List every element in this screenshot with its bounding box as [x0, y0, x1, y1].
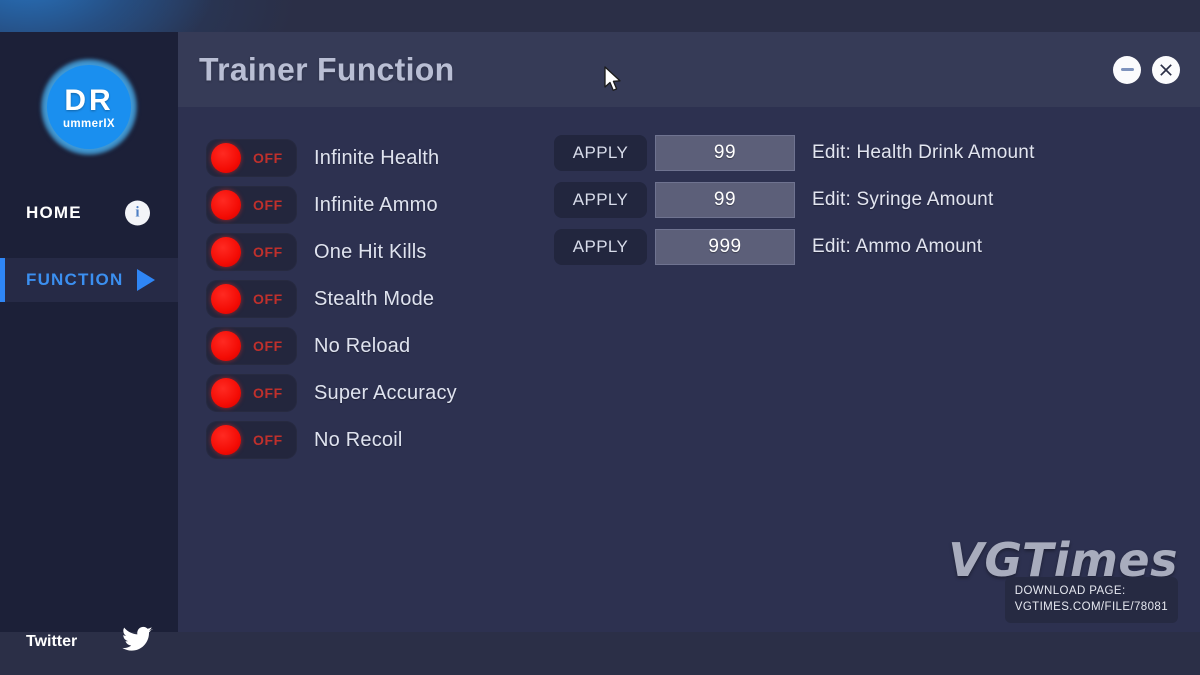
- toggle-switch-no-reload[interactable]: OFF: [206, 327, 297, 365]
- app-logo: DR ummerIX: [41, 59, 137, 155]
- toggle-switch-infinite-ammo[interactable]: OFF: [206, 186, 297, 224]
- toggle-knob: [211, 331, 241, 361]
- toggle-row[interactable]: OFF Stealth Mode: [206, 280, 434, 318]
- close-button[interactable]: [1152, 55, 1180, 84]
- toggle-knob: [211, 378, 241, 408]
- download-page-label: DOWNLOAD PAGE:: [1014, 584, 1126, 597]
- toggle-knob: [211, 284, 241, 314]
- minimize-button[interactable]: [1113, 55, 1141, 84]
- toggle-switch-one-hit-kills[interactable]: OFF: [206, 233, 297, 271]
- sidebar-item-twitter-label: Twitter: [26, 633, 78, 650]
- sidebar-item-home[interactable]: HOME i: [0, 191, 178, 235]
- apply-button-health-drink[interactable]: APPLY: [554, 135, 647, 171]
- toggle-knob: [211, 190, 241, 220]
- logo-secondary-text: ummerIX: [62, 117, 115, 130]
- value-input-syringe[interactable]: 99: [655, 182, 795, 218]
- close-icon: [1160, 63, 1172, 76]
- toggle-state: OFF: [253, 385, 283, 401]
- toggle-label: Infinite Ammo: [314, 193, 438, 216]
- edit-row: APPLY 99 Edit: Syringe Amount: [554, 182, 993, 218]
- sidebar-item-twitter[interactable]: Twitter: [0, 620, 178, 664]
- download-page-box: DOWNLOAD PAGE: VGTIMES.COM/FILE/78081: [1004, 576, 1178, 623]
- edit-label: Edit: Ammo Amount: [812, 236, 983, 257]
- toggle-switch-no-recoil[interactable]: OFF: [206, 421, 297, 459]
- toggle-switch-super-accuracy[interactable]: OFF: [206, 374, 297, 412]
- toggle-row[interactable]: OFF Super Accuracy: [206, 374, 457, 412]
- info-icon[interactable]: i: [125, 200, 150, 226]
- sidebar: DR ummerIX HOME i FUNCTION Twitter: [0, 32, 178, 651]
- trainer-window: DR ummerIX HOME i FUNCTION Twitter Train…: [0, 0, 1200, 675]
- toggle-knob: [211, 237, 241, 267]
- window-header: Trainer Function: [178, 32, 1200, 107]
- toggle-label: Stealth Mode: [314, 287, 435, 310]
- edit-label: Edit: Syringe Amount: [812, 189, 994, 210]
- play-icon: [137, 269, 155, 291]
- toggle-label: No Recoil: [314, 428, 403, 451]
- toggle-state: OFF: [253, 338, 283, 354]
- toggle-row[interactable]: OFF Infinite Health: [206, 139, 439, 177]
- toggle-row[interactable]: OFF No Recoil: [206, 421, 403, 459]
- toggle-state: OFF: [253, 432, 283, 448]
- minimize-icon: [1120, 68, 1134, 71]
- logo-circle: DR ummerIX: [47, 65, 131, 149]
- apply-button-syringe[interactable]: APPLY: [554, 182, 647, 218]
- toggle-knob: [211, 425, 241, 455]
- toggle-switch-stealth-mode[interactable]: OFF: [206, 280, 297, 318]
- sidebar-item-function[interactable]: FUNCTION: [0, 258, 178, 302]
- edit-row: APPLY 999 Edit: Ammo Amount: [554, 229, 982, 265]
- active-nav-indicator: [0, 258, 5, 302]
- toggle-row[interactable]: OFF Infinite Ammo: [206, 186, 438, 224]
- toggle-row[interactable]: OFF One Hit Kills: [206, 233, 427, 271]
- toggle-row[interactable]: OFF No Reload: [206, 327, 410, 365]
- toggle-state: OFF: [253, 197, 283, 213]
- page-title: Trainer Function: [199, 51, 455, 87]
- toggle-switch-infinite-health[interactable]: OFF: [206, 139, 297, 177]
- download-page-url: VGTIMES.COM/FILE/78081: [1014, 601, 1168, 614]
- apply-button-ammo[interactable]: APPLY: [554, 229, 647, 265]
- toggle-label: One Hit Kills: [314, 240, 427, 263]
- logo-primary-text: DR: [64, 83, 114, 117]
- value-input-ammo[interactable]: 999: [655, 229, 795, 265]
- edit-row: APPLY 99 Edit: Health Drink Amount: [554, 135, 1035, 171]
- sidebar-item-home-label: HOME: [26, 203, 82, 222]
- toggle-knob: [211, 143, 241, 173]
- toggle-state: OFF: [253, 291, 283, 307]
- toggle-state: OFF: [253, 244, 283, 260]
- edit-label: Edit: Health Drink Amount: [812, 142, 1035, 163]
- value-input-health-drink[interactable]: 99: [655, 135, 795, 171]
- twitter-icon[interactable]: [122, 626, 153, 658]
- sidebar-item-function-label: FUNCTION: [26, 270, 124, 289]
- toggle-label: No Reload: [314, 334, 411, 357]
- toggle-label: Super Accuracy: [314, 381, 457, 404]
- toggle-state: OFF: [253, 150, 283, 166]
- toggle-label: Infinite Health: [314, 146, 440, 169]
- main-content: OFF Infinite Health OFF Infinite Ammo OF…: [178, 107, 1200, 632]
